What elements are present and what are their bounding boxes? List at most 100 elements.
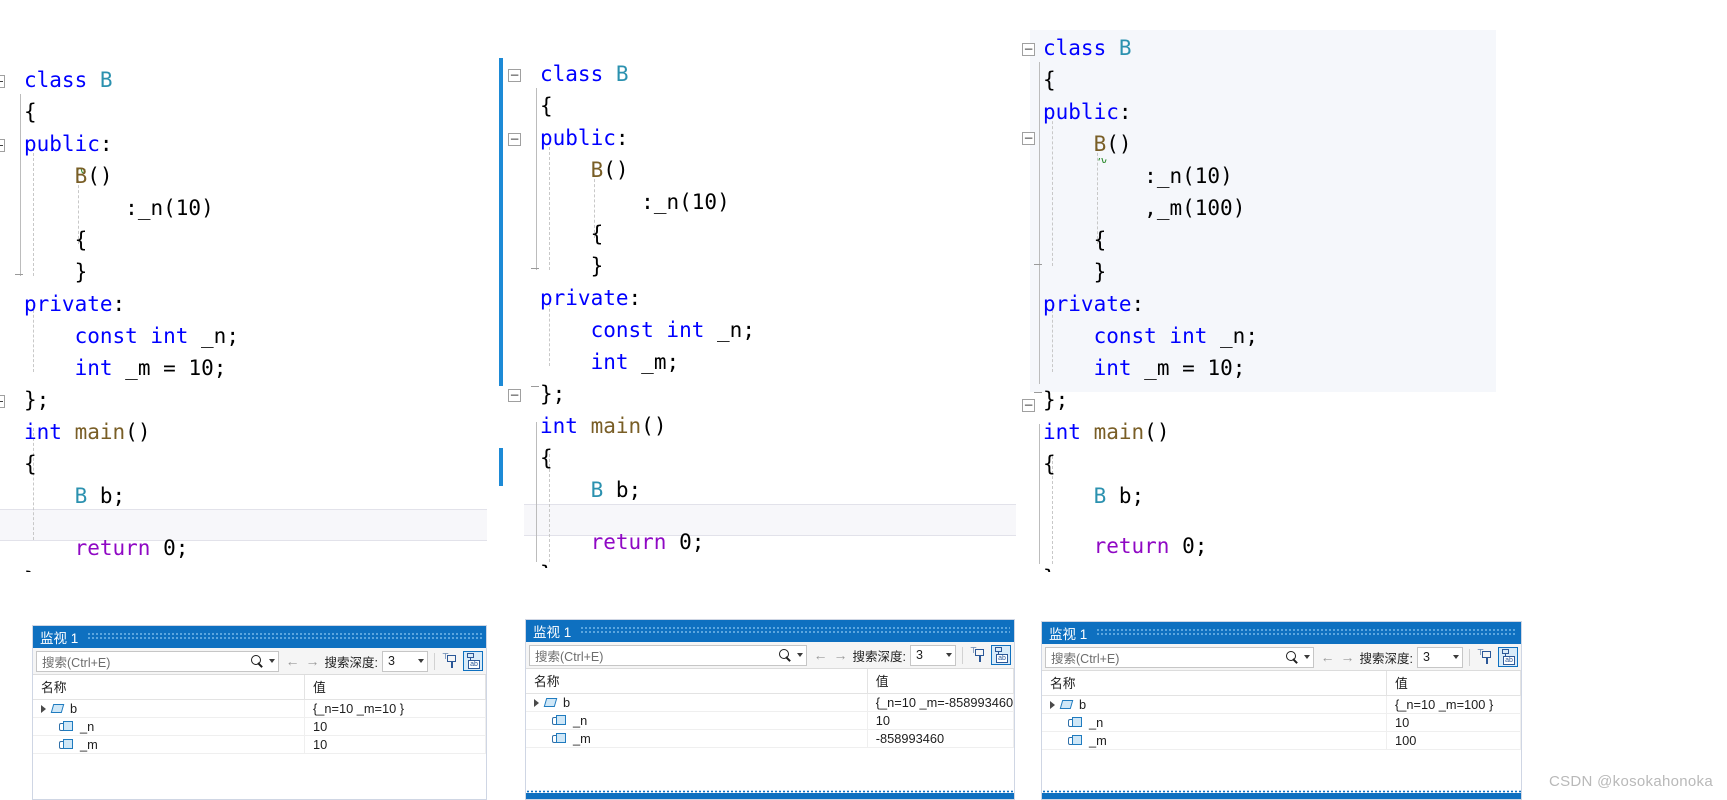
watch-value-cell[interactable]: 10	[304, 717, 486, 736]
search-depth-select[interactable]: 3	[382, 650, 428, 672]
show-variable-names-icon[interactable]: ab	[991, 645, 1011, 665]
watch-name-cell[interactable]: _m	[1042, 731, 1388, 750]
search-depth-select[interactable]: 3	[1417, 646, 1463, 668]
watch-value-cell[interactable]: 10	[1386, 713, 1521, 732]
code-line: int _m;	[540, 346, 680, 378]
table-row[interactable]: _n 10	[526, 711, 1014, 730]
watch-toolbar: 搜索(Ctrl+E) ← → 搜索深度: 3 ⊤ ab	[526, 642, 1014, 669]
watch-window-2[interactable]: 监视 1 搜索(Ctrl+E) ← → 搜索深度: 3 ⊤ ab 名称 值 b …	[525, 619, 1015, 800]
fold-toggle-main[interactable]: −	[1022, 399, 1035, 412]
titlebar-dots	[1096, 629, 1517, 637]
code-text: }	[24, 564, 37, 572]
nav-forward-button[interactable]: →	[1338, 649, 1358, 665]
search-depth-select[interactable]: 3	[910, 644, 956, 666]
chevron-down-icon[interactable]	[268, 659, 275, 663]
search-input[interactable]: 搜索(Ctrl+E)	[1045, 646, 1314, 668]
code-line: B()	[540, 154, 629, 186]
code-line: }	[540, 250, 604, 282]
watch-value-cell[interactable]: {_n=10 _m=100 }	[1386, 695, 1521, 714]
code-editor-2[interactable]: − − − class B { public: B() :_n(10) {} …	[498, 0, 1016, 568]
show-variable-names-icon[interactable]: ab	[463, 651, 483, 671]
search-depth-value: 3	[388, 654, 395, 668]
table-row[interactable]: _n 10	[33, 717, 486, 736]
fold-toggle-main[interactable]: −	[508, 389, 521, 402]
nav-forward-button[interactable]: →	[831, 647, 851, 663]
fold-toggle-class[interactable]: −	[508, 69, 521, 82]
column-header-value[interactable]: 值	[304, 675, 486, 700]
fold-toggle-main[interactable]	[0, 395, 5, 408]
table-row[interactable]: b {_n=10 _m=-858993460 }	[526, 693, 1014, 712]
column-header-name[interactable]: 名称	[33, 675, 305, 700]
code-editor-1[interactable]: ∿ class B { public: B() :_n(10) {	[0, 0, 487, 572]
column-header-value[interactable]: 值	[867, 669, 1014, 694]
table-row[interactable]: b {_n=10 _m=100 }	[1042, 695, 1521, 714]
watch-name-cell[interactable]: b	[526, 693, 868, 712]
watch-value-cell[interactable]: -858993460	[867, 729, 1014, 748]
pin-icon[interactable]: ⊤	[1476, 648, 1494, 666]
watch-name-cell[interactable]: _n	[1042, 713, 1388, 732]
indent-guide	[20, 94, 21, 276]
watch-name-cell[interactable]: _n	[33, 717, 305, 736]
pin-icon[interactable]: ⊤	[441, 652, 459, 670]
watch-value-cell[interactable]: {_n=10 _m=10 }	[304, 699, 486, 718]
toolbar-separator	[434, 652, 435, 670]
column-header-value[interactable]: 值	[1386, 671, 1521, 696]
nav-forward-button[interactable]: →	[303, 653, 323, 669]
fold-toggle-ctor[interactable]: −	[508, 133, 521, 146]
watch-value-cell[interactable]: 100	[1386, 731, 1521, 750]
table-row[interactable]: b {_n=10 _m=10 }	[33, 699, 486, 718]
search-input[interactable]: 搜索(Ctrl+E)	[36, 650, 279, 672]
chevron-down-icon[interactable]	[1453, 655, 1459, 659]
watch-value-cell[interactable]: 10	[304, 735, 486, 754]
watch-name-cell[interactable]: b	[33, 699, 305, 718]
change-bar	[499, 58, 503, 386]
table-row[interactable]: _n 10	[1042, 713, 1521, 732]
watch-toolbar: 搜索(Ctrl+E) ← → 搜索深度: 3 ⊤ ab	[33, 648, 486, 675]
pin-icon[interactable]: ⊤	[969, 646, 987, 664]
table-row[interactable]: _m 100	[1042, 731, 1521, 750]
panel-3: − − − ∿ class B { public: B() :_n(10)	[1022, 0, 1727, 800]
code-editor-3[interactable]: − − − ∿ class B { public: B() :_n(10)	[1022, 0, 1727, 572]
table-row[interactable]: _m 10	[33, 735, 486, 754]
show-variable-names-icon[interactable]: ab	[1498, 647, 1518, 667]
fold-toggle-ctor[interactable]	[0, 139, 5, 152]
chevron-down-icon[interactable]	[1303, 655, 1310, 659]
watch-value-cell[interactable]: {_n=10 _m=-858993460 }	[867, 693, 1014, 712]
watch-name-cell[interactable]: _n	[526, 711, 868, 730]
expander-icon[interactable]	[1050, 700, 1055, 709]
column-header-name[interactable]: 名称	[526, 669, 868, 694]
code-line: const int _n;	[1043, 320, 1258, 352]
expander-icon[interactable]	[41, 704, 46, 713]
watch-window-3[interactable]: 监视 1 搜索(Ctrl+E) ← → 搜索深度: 3 ⊤ ab 名称 值 b …	[1041, 621, 1522, 800]
nav-back-button[interactable]: ←	[1318, 649, 1338, 665]
fold-toggle-class[interactable]	[0, 75, 5, 88]
watch-name-cell[interactable]: _m	[33, 735, 305, 754]
fold-toggle-class[interactable]: −	[1022, 43, 1035, 56]
indent-guide	[1039, 62, 1040, 384]
code-text: private:	[1043, 292, 1145, 316]
code-text: B b;	[74, 484, 126, 508]
code-line: }	[24, 256, 88, 288]
nav-back-button[interactable]: ←	[811, 647, 831, 663]
code-line: }	[1043, 562, 1056, 572]
chevron-down-icon[interactable]	[946, 653, 952, 657]
watch-titlebar: 监视 1	[1042, 622, 1521, 644]
code-line: :_n(10)	[1043, 160, 1233, 192]
search-icon	[778, 648, 792, 662]
chevron-down-icon[interactable]	[418, 659, 424, 663]
nav-back-button[interactable]: ←	[283, 653, 303, 669]
watch-name-cell[interactable]: _m	[526, 729, 868, 748]
table-row[interactable]: _m -858993460	[526, 729, 1014, 748]
code-text: return 0;	[74, 536, 189, 560]
code-text: :_n(10)	[125, 196, 214, 220]
expander-icon[interactable]	[534, 698, 539, 707]
watch-window-1[interactable]: 监视 1 搜索(Ctrl+E) ← → 搜索深度: 3 ⊤ ab 名称 值 b …	[32, 625, 487, 800]
chevron-down-icon[interactable]	[796, 653, 803, 657]
column-header-name[interactable]: 名称	[1042, 671, 1388, 696]
search-input[interactable]: 搜索(Ctrl+E)	[529, 644, 807, 666]
watch-value-cell[interactable]: 10	[867, 711, 1014, 730]
code-line: ,_m(100)	[1043, 192, 1245, 224]
fold-toggle-ctor[interactable]: −	[1022, 132, 1035, 145]
code-line: {	[540, 218, 604, 250]
watch-name-cell[interactable]: b	[1042, 695, 1388, 714]
